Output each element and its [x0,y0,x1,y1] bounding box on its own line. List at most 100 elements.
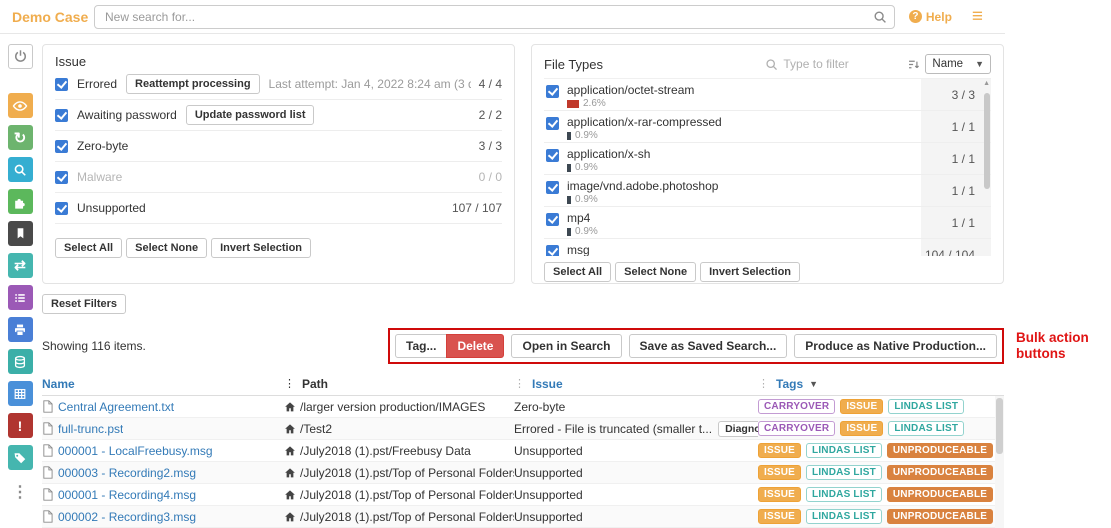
column-grip-icon[interactable]: ⋮ [758,377,769,390]
file-type-checkbox[interactable] [546,85,559,98]
reset-filters-button[interactable]: Reset Filters [42,294,127,314]
table-row[interactable]: 000002 - Recording3.msg /July2018 (1).ps… [42,506,1004,528]
document-icon [43,422,53,435]
tags-dropdown-icon[interactable]: ▼ [809,379,818,389]
sidebar-processing-button[interactable]: ↻ [7,125,33,150]
sidebar-print-button[interactable] [7,317,33,342]
tag-button[interactable]: Tag... [395,334,448,358]
file-name-link[interactable]: 000001 - Recording4.msg [58,488,196,502]
sidebar-saved-button[interactable] [7,221,33,246]
column-header-tags[interactable]: ⋮ Tags ▼ [758,377,1004,391]
sidebar-transfer-button[interactable]: ⇄ [7,253,33,278]
delete-button[interactable]: Delete [446,334,505,358]
file-issue: Unsupported [514,443,583,458]
update-password-list-button[interactable]: Update password list [185,105,315,125]
scroll-up-icon[interactable]: ▲ [983,80,990,87]
table-scrollbar[interactable] [995,396,1004,528]
column-grip-icon[interactable]: ⋮ [514,377,525,390]
file-type-checkbox[interactable] [546,213,559,226]
save-as-saved-search-button[interactable]: Save as Saved Search... [628,334,788,358]
malware-checkbox[interactable] [55,170,68,184]
filter-search-icon [766,58,778,70]
filetypes-select-none-button[interactable]: Select None [615,262,697,282]
file-types-title: File Types [544,56,604,72]
search-input[interactable] [94,4,895,29]
file-name-link[interactable]: 000001 - LocalFreebusy.msg [58,444,213,458]
sidebar-errors-button[interactable]: ! [7,413,33,438]
column-header-issue[interactable]: ⋮ Issue [514,377,758,391]
case-name[interactable]: Demo Case [12,9,94,25]
file-type-name: application/x-rar-compressed [567,115,722,129]
filetypes-invert-selection-button[interactable]: Invert Selection [700,262,801,282]
file-type-count: 1 / 1 [921,207,991,238]
zero-byte-checkbox[interactable] [55,139,68,153]
menu-icon[interactable]: ≡ [972,7,983,26]
sidebar-search-button[interactable] [7,157,33,182]
unsupported-checkbox[interactable] [55,201,68,215]
file-path: /Test2 [300,421,333,436]
file-type-checkbox[interactable] [546,181,559,194]
file-issue: Zero-byte [514,399,566,414]
scrollbar-thumb[interactable] [996,398,1003,454]
column-grip-icon[interactable]: ⋮ [284,377,295,390]
file-type-checkbox[interactable] [546,149,559,162]
table-row[interactable]: full-trunc.pst /Test2 Errored - File is … [42,418,1004,440]
home-icon [285,489,295,499]
last-attempt-note: Last attempt: Jan 4, 2022 8:24 am (3 day… [268,77,471,91]
issue-invert-selection-button[interactable]: Invert Selection [211,238,312,258]
issue-select-none-button[interactable]: Select None [126,238,208,258]
table-row[interactable]: 000001 - Recording4.msg /July2018 (1).ps… [42,484,1004,506]
issue-select-all-button[interactable]: Select All [55,238,123,258]
file-type-checkbox[interactable] [546,245,559,256]
diagnose-button[interactable]: Diagnose... [718,420,758,437]
sidebar-addons-button[interactable] [7,189,33,214]
sidebar-power-button[interactable] [7,44,33,69]
file-types-scrollbar[interactable]: ▲ [982,79,991,256]
help-icon: ? [908,10,922,23]
tag-badge: LINDAS LIST [888,421,965,436]
file-type-name: msg [567,243,590,256]
recycle-icon: ↻ [13,129,27,147]
open-in-search-button[interactable]: Open in Search [511,334,622,358]
document-icon [43,400,53,413]
file-name-link[interactable]: 000003 - Recording2.msg [58,466,196,480]
sidebar-list-button[interactable] [7,285,33,310]
file-path: /July2018 (1).pst/Top of Personal Folder… [300,509,514,524]
document-icon [43,444,53,457]
sidebar-table-button[interactable] [7,381,33,406]
reattempt-processing-button[interactable]: Reattempt processing [126,74,260,94]
file-type-filter-input[interactable] [783,57,894,71]
tag-icon [14,452,26,463]
table-row[interactable]: 000003 - Recording2.msg /July2018 (1).ps… [42,462,1004,484]
search-icon[interactable] [873,10,887,27]
produce-as-native-production-button[interactable]: Produce as Native Production... [794,334,997,358]
puzzle-icon [15,198,25,209]
errored-checkbox[interactable] [55,77,68,91]
sidebar-tags-button[interactable] [7,445,33,470]
awaiting-password-checkbox[interactable] [55,108,68,122]
home-icon [285,511,295,521]
column-header-name[interactable]: Name [42,377,284,391]
filetypes-select-all-button[interactable]: Select All [544,262,612,282]
column-header-path[interactable]: ⋮ Path [284,377,514,391]
scrollbar-thumb[interactable] [984,93,990,189]
sidebar-data-button[interactable] [7,349,33,374]
sidebar-more-button[interactable]: ⋮ [8,479,33,504]
file-name-link[interactable]: 000002 - Recording3.msg [58,510,196,524]
top-bar: Demo Case ? Help ≡ [0,0,1005,34]
tag-badge: UNPRODUCEABLE [886,465,994,480]
help-link[interactable]: ? Help [908,9,952,24]
tag-badge: ISSUE [840,399,884,414]
issue-row-malware: Malware 0 / 0 [55,162,502,193]
file-name-link[interactable]: full-trunc.pst [58,422,123,436]
help-label: Help [925,9,952,24]
sort-by-select[interactable]: Name ▼ [925,54,991,74]
sidebar: ↻ ⇄ ! ⋮ [0,34,40,528]
file-name-link[interactable]: Central Agreement.txt [58,400,174,414]
table-row[interactable]: 000001 - LocalFreebusy.msg /July2018 (1)… [42,440,1004,462]
home-icon [285,467,295,477]
file-type-checkbox[interactable] [546,117,559,130]
sidebar-review-button[interactable] [7,93,33,118]
table-row[interactable]: Central Agreement.txt /larger version pr… [42,396,1004,418]
file-type-row: application/octet-stream 2.6% 3 / 3 [544,79,991,111]
